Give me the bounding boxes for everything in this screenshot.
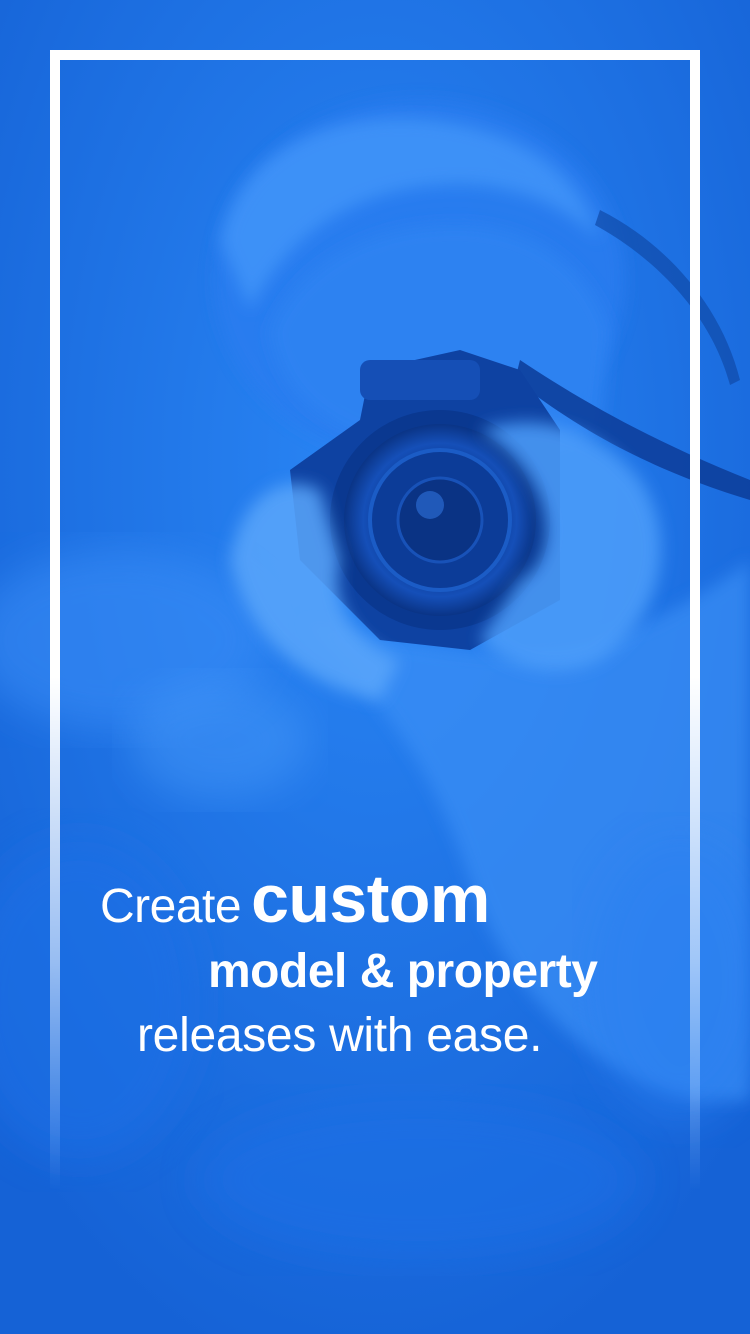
headline-word-custom: custom (251, 861, 490, 937)
headline-line-1: Create custom (100, 860, 490, 938)
onboarding-screen: Create custom model & property releases w… (0, 0, 750, 1334)
frame-left-edge (50, 50, 60, 1190)
headline-word-create: Create (100, 880, 242, 933)
headline-line-3: releases with ease. (137, 1009, 543, 1062)
frame-top-edge (50, 50, 700, 60)
frame-right-edge (690, 50, 700, 1190)
headline-line-2: model & property (208, 945, 598, 998)
